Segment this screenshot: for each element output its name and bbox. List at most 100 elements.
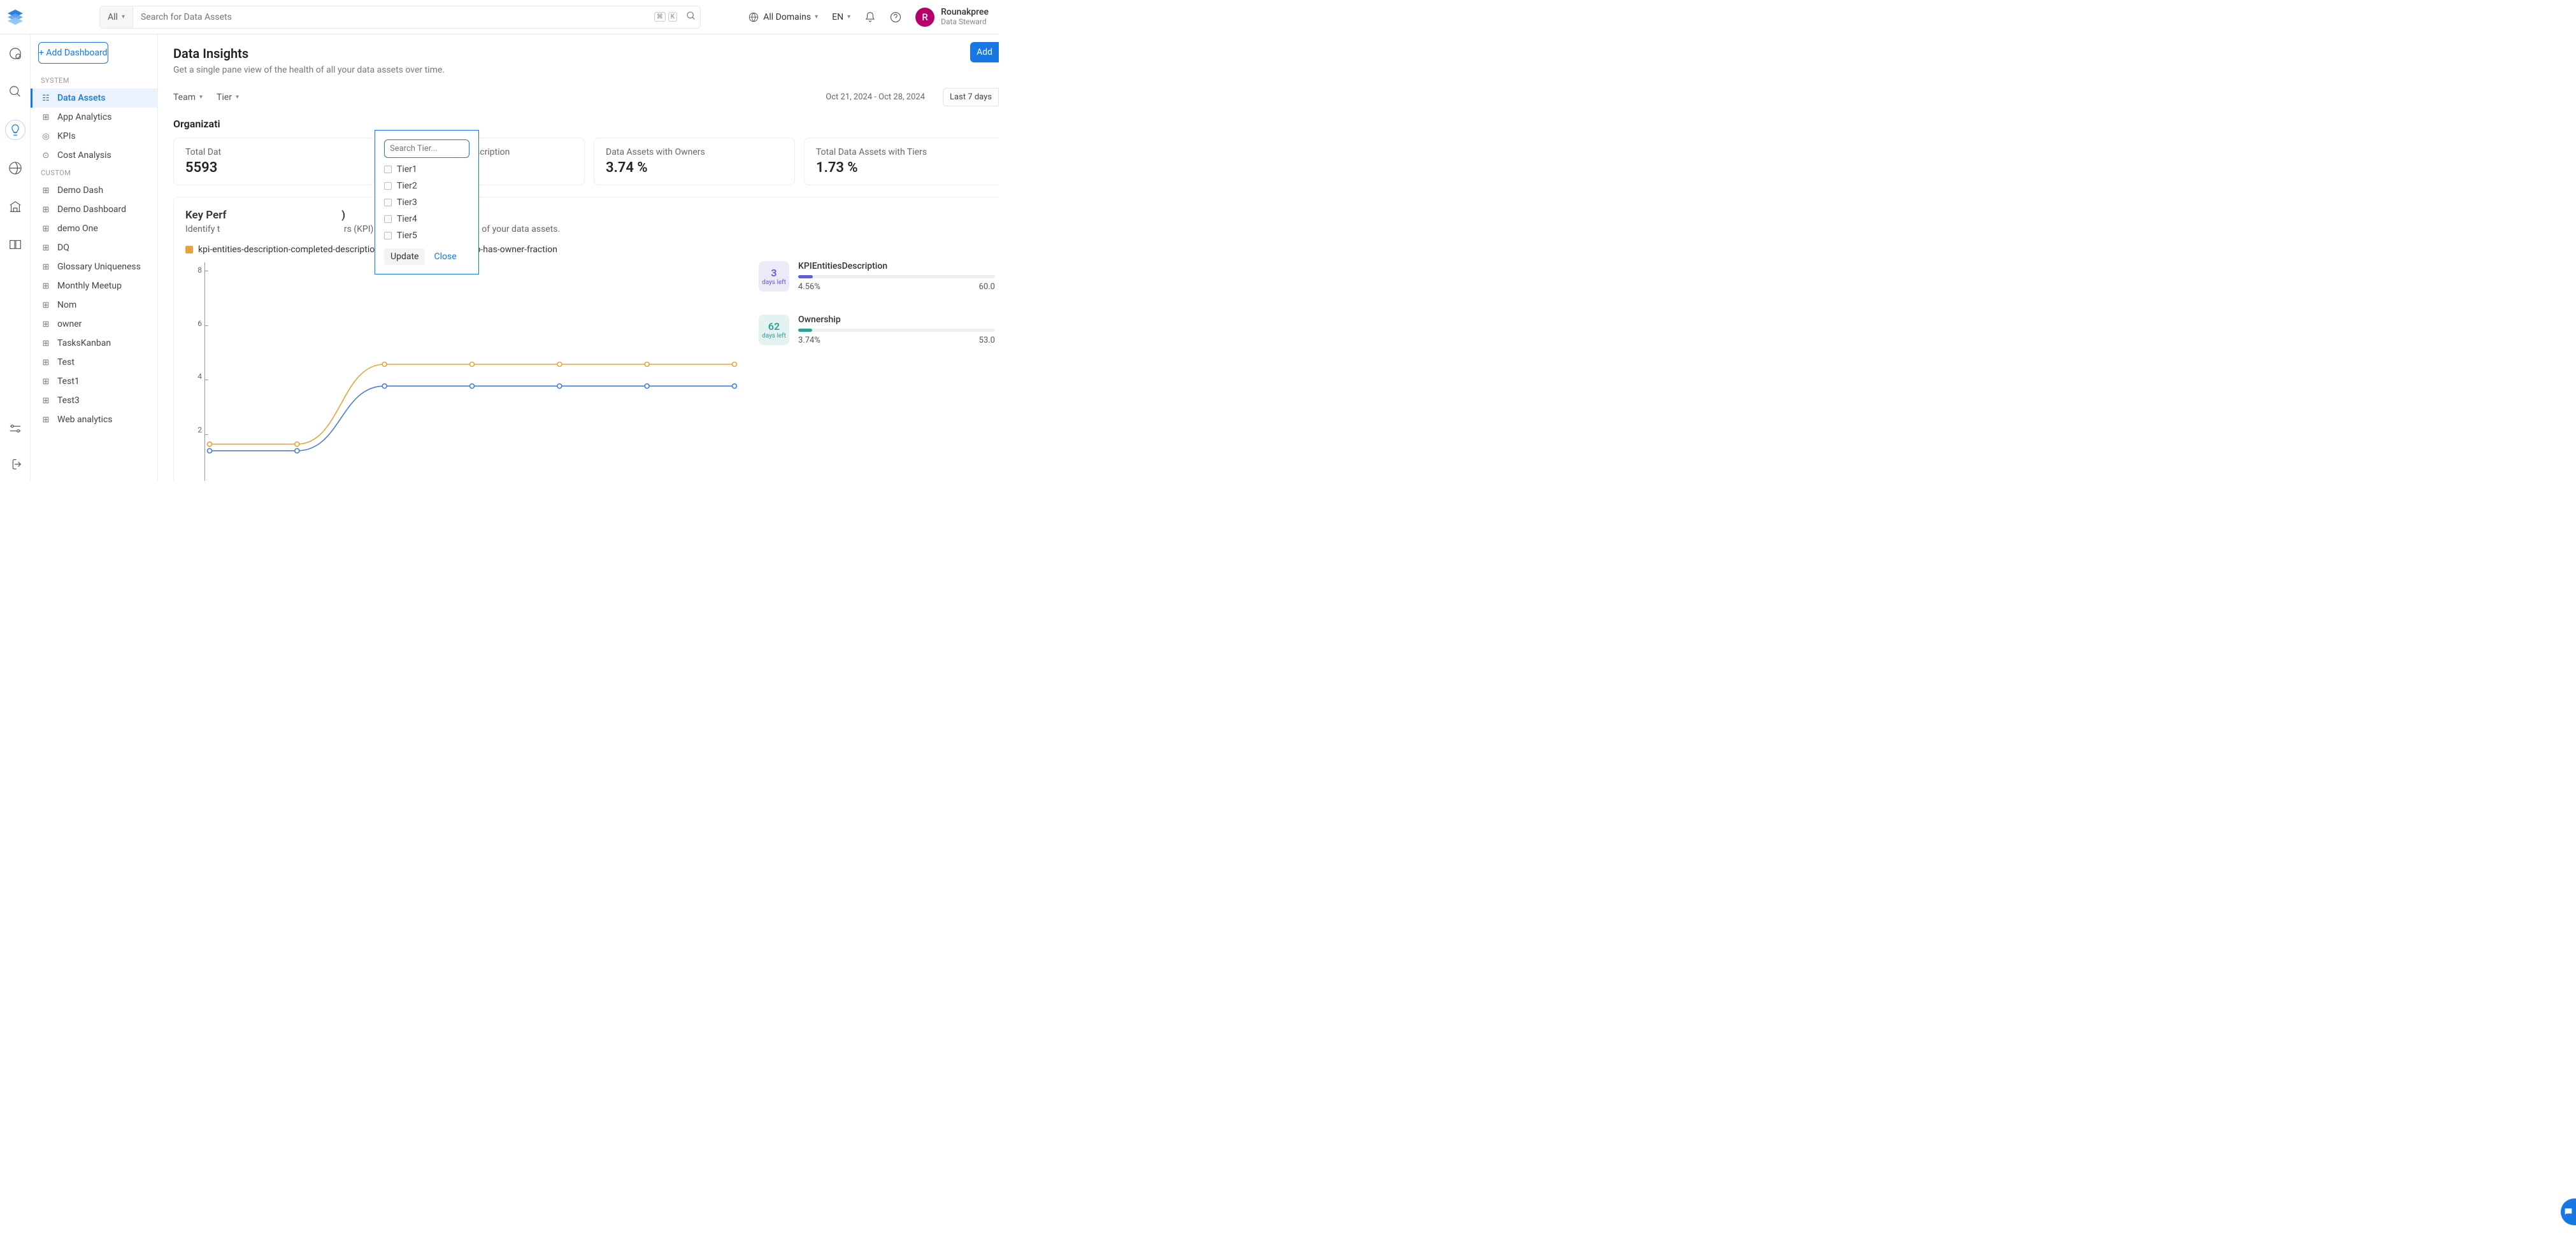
sidebar-section-custom: CUSTOM — [31, 165, 157, 181]
dashboard-icon: ⊞ — [41, 205, 51, 215]
goal-progress-bar — [798, 329, 995, 332]
goal-progress-bar — [798, 275, 995, 278]
avatar: R — [915, 8, 934, 27]
stat-label: Total Data Assets with Tiers — [816, 147, 987, 157]
add-dashboard-button[interactable]: + Add Dashboard — [38, 42, 108, 64]
kpi-title-prefix: Key Perf — [185, 209, 227, 222]
kpi-goal-description[interactable]: 3 days left KPIEntitiesDescription 4.56%… — [759, 261, 999, 292]
checkbox-icon — [384, 215, 392, 223]
sidebar-item-web-analytics[interactable]: ⊞Web analytics — [31, 410, 157, 429]
domains-dropdown[interactable]: All Domains — [748, 11, 818, 23]
tier-update-button[interactable]: Update — [384, 248, 425, 265]
search-input[interactable] — [133, 12, 654, 22]
days-left-label: days left — [762, 279, 786, 286]
rail-search-icon[interactable] — [5, 82, 25, 102]
tier-option[interactable]: Tier4 — [384, 214, 469, 224]
kpi-sub-prefix: Identify t — [185, 224, 220, 234]
sidebar-item-test3[interactable]: ⊞Test3 — [31, 391, 157, 410]
chevron-down-icon — [122, 13, 125, 20]
stat-label: Total Dat — [185, 147, 362, 157]
rail-explore-icon[interactable] — [5, 43, 25, 64]
sidebar-item-label: Test3 — [57, 395, 80, 406]
sidebar-item-kpis[interactable]: ◎KPIs — [31, 127, 157, 146]
tier-filter-dropdown[interactable]: Tier — [217, 92, 239, 103]
sidebar-item-demo-dashboard[interactable]: ⊞ Demo Dashboard — [31, 200, 157, 219]
rail-logout-icon[interactable] — [5, 454, 25, 474]
user-menu[interactable]: R Rounakpree Data Steward — [915, 8, 989, 27]
tier-option[interactable]: Tier2 — [384, 181, 469, 191]
team-filter-dropdown[interactable]: Team — [173, 92, 203, 103]
tier-option[interactable]: Tier1 — [384, 164, 469, 174]
tier-close-button[interactable]: Close — [434, 252, 456, 262]
sidebar-item-dq[interactable]: ⊞DQ — [31, 238, 157, 257]
stat-label: Data Assets with Owners — [606, 147, 783, 157]
avatar-initial: R — [922, 11, 927, 23]
sidebar-item-monthly-meetup[interactable]: ⊞ Monthly Meetup — [31, 276, 157, 295]
stat-value: 5593 — [185, 160, 362, 176]
sidebar-item-demo-dash[interactable]: ⊞Demo Dash — [31, 181, 157, 200]
dashboard-icon: ⊞ — [41, 281, 51, 291]
nav-rail — [0, 34, 31, 481]
tier-option[interactable]: Tier3 — [384, 197, 469, 208]
kpi-panel: Key Perfxxxxxxxxxxxxxxxxxxxxx) Identify … — [173, 197, 999, 481]
sidebar-item-label: DQ — [57, 243, 69, 253]
globe-icon — [748, 11, 759, 23]
org-insights-heading: Organizati — [173, 118, 999, 130]
checkbox-icon — [384, 199, 392, 206]
sidebar-item-demo-one[interactable]: ⊞demo One — [31, 219, 157, 238]
sidebar-item-label: Data Assets — [57, 93, 105, 103]
kpi-title: Key Perfxxxxxxxxxxxxxxxxxxxxx) — [185, 209, 999, 222]
stat-card-tiers: Total Data Assets with Tiers 1.73 % — [804, 138, 999, 185]
sidebar-item-label: TasksKanban — [57, 338, 111, 348]
rail-governance-icon[interactable] — [5, 196, 25, 217]
sidebar-item-glossary-uniqueness[interactable]: ⊞Glossary Uniqueness — [31, 257, 157, 276]
sidebar-item-tasks-kanban[interactable]: ⊞ TasksKanban — [31, 334, 157, 353]
chat-launcher-icon[interactable] — [2561, 1199, 2576, 1225]
sidebar-item-cost-analysis[interactable]: ⊙Cost Analysis — [31, 146, 157, 165]
dashboard-icon: ⊞ — [41, 186, 51, 196]
domains-label: All Domains — [763, 12, 811, 22]
rail-globe-icon[interactable] — [5, 158, 25, 178]
user-role: Data Steward — [941, 18, 989, 26]
tier-search-input[interactable] — [384, 139, 469, 158]
sidebar-item-nom[interactable]: ⊞Nom — [31, 295, 157, 315]
checkbox-icon — [384, 232, 392, 239]
chevron-down-icon — [236, 94, 239, 101]
date-range-label: Oct 21, 2024 - Oct 28, 2024 — [826, 92, 929, 102]
sidebar-item-label: Demo Dashboard — [57, 204, 126, 215]
rail-glossary-icon[interactable] — [5, 234, 25, 255]
add-button[interactable]: Add — [970, 42, 999, 62]
sidebar-item-test1[interactable]: ⊞Test1 — [31, 372, 157, 391]
sidebar: + Add Dashboard SYSTEM ☷Data Assets ⊞App… — [31, 34, 158, 481]
global-search[interactable]: All ⌘ K — [99, 6, 701, 29]
search-icon[interactable] — [682, 11, 700, 24]
sidebar-item-label: Monthly Meetup — [57, 281, 122, 291]
sidebar-item-label: App Analytics — [57, 112, 111, 122]
help-icon[interactable] — [890, 11, 901, 23]
sidebar-item-label: Test1 — [57, 376, 80, 387]
tier-option[interactable]: Tier5 — [384, 231, 469, 241]
sidebar-item-test[interactable]: ⊞Test — [31, 353, 157, 372]
kpi-goal-ownership[interactable]: 62 days left Ownership 3.74% 53.0 — [759, 315, 999, 345]
tier-option-label: Tier1 — [397, 164, 417, 174]
search-scope-dropdown[interactable]: All — [100, 6, 133, 28]
notifications-icon[interactable] — [864, 11, 876, 23]
sidebar-item-data-assets[interactable]: ☷Data Assets — [31, 89, 157, 108]
legend-swatch-icon — [185, 246, 193, 253]
tier-option-label: Tier4 — [397, 214, 417, 224]
sidebar-item-owner[interactable]: ⊞owner — [31, 315, 157, 334]
grid-icon: ⊞ — [41, 113, 51, 122]
rail-settings-icon[interactable] — [5, 418, 25, 439]
chevron-down-icon — [847, 13, 850, 20]
kbd-cmd-icon: ⌘ — [654, 12, 666, 22]
rail-insights-icon[interactable] — [5, 120, 25, 140]
days-left-number: 3 — [771, 267, 776, 279]
language-dropdown[interactable]: EN — [832, 12, 850, 22]
date-range-picker[interactable]: Last 7 days — [943, 88, 999, 106]
sidebar-item-app-analytics[interactable]: ⊞ App Analytics — [31, 108, 157, 127]
app-logo[interactable] — [0, 8, 31, 27]
kpi-subtitle: Identify txxxxxxxxxxxxxxxxxxxxxxxxxxxxrs… — [185, 224, 999, 234]
dashboard-icon: ⊞ — [41, 339, 51, 348]
goal-title: KPIEntitiesDescription — [798, 261, 995, 271]
goal-current: 3.74% — [798, 336, 820, 345]
